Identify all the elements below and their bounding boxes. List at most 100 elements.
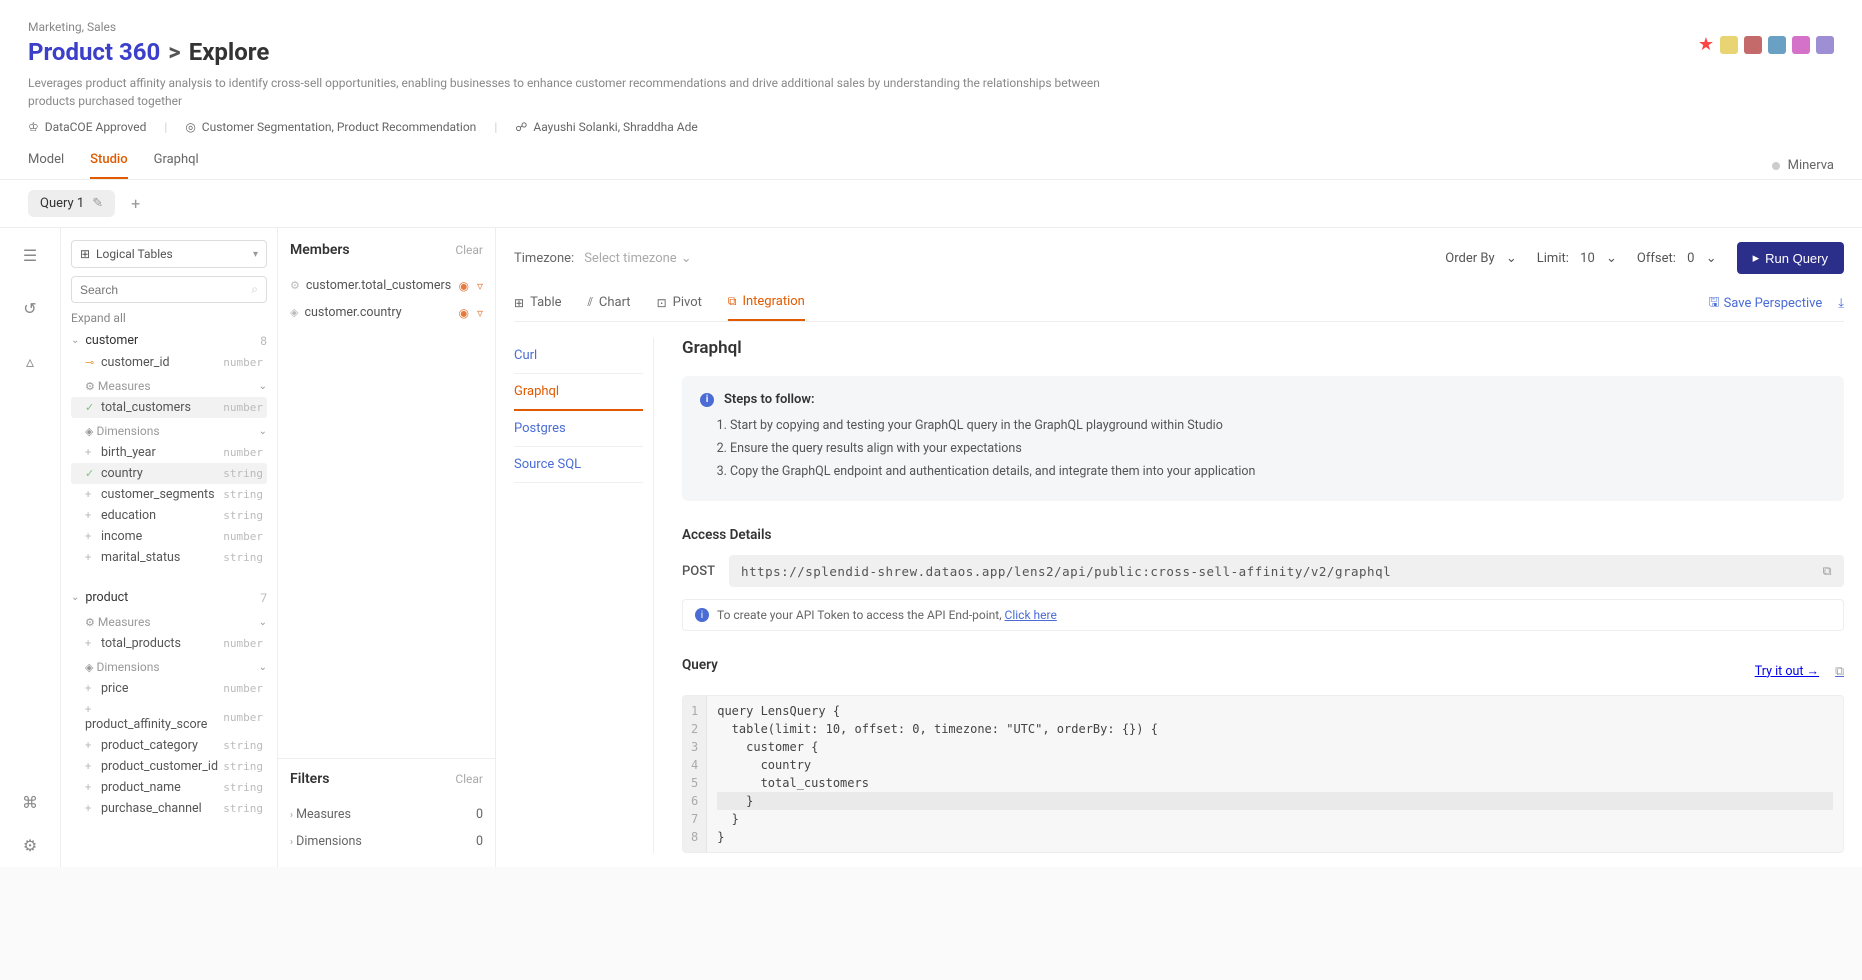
info-icon: i xyxy=(695,608,709,622)
field-education[interactable]: +educationstring xyxy=(71,505,267,526)
field-birth-year[interactable]: +birth_yearnumber xyxy=(71,442,267,463)
panel-toggle-icon[interactable]: ☰ xyxy=(23,246,37,265)
view-tab-table[interactable]: ⊞Table xyxy=(514,286,562,321)
tab-graphql[interactable]: Graphql xyxy=(154,152,199,179)
field-product-category[interactable]: +product_categorystring xyxy=(71,735,267,756)
meta-tags: ◎Customer Segmentation, Product Recommen… xyxy=(185,120,476,134)
title-separator: > xyxy=(168,38,180,66)
page-title: Product 360 > Explore xyxy=(28,38,1834,66)
eye-icon[interactable]: ◉ xyxy=(458,306,468,320)
copy-icon[interactable]: ⧉ xyxy=(1823,563,1832,579)
integ-nav-curl[interactable]: Curl xyxy=(514,338,643,374)
members-clear-link[interactable]: Clear xyxy=(455,243,483,257)
field-income[interactable]: +incomenumber xyxy=(71,526,267,547)
query-tab-1[interactable]: Query 1 ✎ xyxy=(28,190,115,217)
access-details-title: Access Details xyxy=(682,527,1844,543)
product-measures-header[interactable]: ⚙ Measures⌄ xyxy=(71,609,267,633)
tab-studio[interactable]: Studio xyxy=(90,152,127,179)
cluster-status: Minerva xyxy=(1772,158,1834,173)
view-tab-pivot[interactable]: ⊡Pivot xyxy=(657,286,702,321)
filters-measures-row[interactable]: › Measures0 xyxy=(290,801,483,828)
filter-icon[interactable]: ▿ xyxy=(477,279,483,293)
chevron-down-icon: ⌄ xyxy=(1606,251,1617,266)
filters-dimensions-row[interactable]: › Dimensions0 xyxy=(290,828,483,855)
limit-select[interactable]: Limit: 10 ⌄ xyxy=(1537,251,1617,266)
add-query-button[interactable]: + xyxy=(125,194,146,213)
people-icon: ☍ xyxy=(515,120,527,134)
dimensions-header[interactable]: ◈ Dimensions⌄ xyxy=(71,418,267,442)
integration-title: Graphql xyxy=(682,338,1844,358)
field-customer-segments[interactable]: +customer_segmentsstring xyxy=(71,484,267,505)
member-country[interactable]: ◈customer.country ◉▿ xyxy=(290,299,483,326)
field-customer-id[interactable]: ⊸customer_idnumber xyxy=(71,352,267,373)
field-total-products[interactable]: +total_productsnumber xyxy=(71,633,267,654)
integ-nav-graphql[interactable]: Graphql xyxy=(514,374,643,411)
avatar-1[interactable] xyxy=(1720,36,1738,54)
avatar-4[interactable] xyxy=(1792,36,1810,54)
search-input[interactable]: ⌕ xyxy=(71,276,267,303)
stamp-icon: ♔ xyxy=(28,120,39,134)
member-total-customers[interactable]: ⚙customer.total_customers ◉▿ xyxy=(290,272,483,299)
pivot-icon: ⊡ xyxy=(657,296,667,310)
field-country[interactable]: ✓countrystring xyxy=(71,463,267,484)
expand-all-link[interactable]: Expand all xyxy=(71,311,267,325)
breadcrumb-categories: Marketing, Sales xyxy=(28,20,1834,34)
title-product[interactable]: Product 360 xyxy=(28,38,160,66)
view-tab-chart[interactable]: ⫽Chart xyxy=(588,286,631,321)
play-icon: ▸ xyxy=(1753,250,1760,266)
measure-icon: ⚙ xyxy=(290,279,300,292)
field-marital-status[interactable]: +marital_statusstring xyxy=(71,547,267,568)
favorite-icon[interactable]: ★ xyxy=(1698,34,1714,55)
field-product-affinity-score[interactable]: +product_affinity_scorenumber xyxy=(71,699,267,735)
view-tab-integration[interactable]: ⧉Integration xyxy=(728,286,805,321)
timezone-select[interactable]: Select timezone⌄ xyxy=(584,251,691,266)
filters-clear-link[interactable]: Clear xyxy=(455,772,483,786)
download-icon[interactable]: ⤓ xyxy=(1838,296,1844,311)
try-it-out-link[interactable]: Try it out → xyxy=(1755,664,1819,679)
schema-icon[interactable]: ▵ xyxy=(26,352,34,371)
edit-icon[interactable]: ✎ xyxy=(92,196,103,211)
table-customer[interactable]: ⌄customer 8 xyxy=(71,329,267,352)
integ-nav-sourcesql[interactable]: Source SQL xyxy=(514,447,643,483)
query-code-block[interactable]: 1 2 3 4 5 6 7 8 query LensQuery { table(… xyxy=(682,695,1844,853)
avatar-3[interactable] xyxy=(1768,36,1786,54)
endpoint-url[interactable]: https://splendid-shrew.dataos.app/lens2/… xyxy=(729,555,1844,587)
product-dimensions-header[interactable]: ◈ Dimensions⌄ xyxy=(71,654,267,678)
members-title: Members xyxy=(290,242,350,258)
history-icon[interactable]: ↺ xyxy=(23,299,36,318)
field-product-name[interactable]: +product_namestring xyxy=(71,777,267,798)
integ-nav-postgres[interactable]: Postgres xyxy=(514,411,643,447)
step-2: Ensure the query results align with your… xyxy=(730,440,1826,459)
avatar-2[interactable] xyxy=(1744,36,1762,54)
chevron-down-icon: ⌄ xyxy=(1706,251,1717,266)
chevron-down-icon: ⌄ xyxy=(71,592,79,603)
keyboard-icon[interactable]: ⌘ xyxy=(22,793,38,812)
settings-icon[interactable]: ⚙ xyxy=(23,836,37,855)
chart-icon: ⫽ xyxy=(588,295,593,310)
field-product-customer-id[interactable]: +product_customer_idstring xyxy=(71,756,267,777)
tag-icon: ◎ xyxy=(185,120,195,134)
click-here-link[interactable]: Click here xyxy=(1005,608,1057,622)
logical-tables-select[interactable]: ⊞ Logical Tables ▾ xyxy=(71,240,267,268)
avatar-5[interactable] xyxy=(1816,36,1834,54)
field-purchase-channel[interactable]: +purchase_channelstring xyxy=(71,798,267,819)
table-product[interactable]: ⌄product 7 xyxy=(71,586,267,609)
save-perspective-link[interactable]: 🖫Save Perspective xyxy=(1708,293,1822,315)
copy-query-icon[interactable]: ⧉ xyxy=(1835,664,1844,679)
run-query-button[interactable]: ▸Run Query xyxy=(1737,242,1844,274)
gear-icon: ⚙ xyxy=(85,380,95,393)
info-icon: i xyxy=(700,393,714,407)
tab-model[interactable]: Model xyxy=(28,152,64,179)
order-by-select[interactable]: Order By ⌄ xyxy=(1445,251,1516,266)
search-icon: ⌕ xyxy=(251,282,258,297)
offset-select[interactable]: Offset: 0 ⌄ xyxy=(1637,251,1717,266)
eye-icon[interactable]: ◉ xyxy=(458,279,468,293)
field-total-customers[interactable]: ✓total_customersnumber xyxy=(71,397,267,418)
save-icon: 🖫 xyxy=(1708,293,1719,315)
field-price[interactable]: +pricenumber xyxy=(71,678,267,699)
step-1: Start by copying and testing your GraphQ… xyxy=(730,417,1826,436)
filters-title: Filters xyxy=(290,771,329,787)
page-description: Leverages product affinity analysis to i… xyxy=(28,74,1128,110)
filter-icon[interactable]: ▿ xyxy=(477,306,483,320)
measures-header[interactable]: ⚙ Measures⌄ xyxy=(71,373,267,397)
